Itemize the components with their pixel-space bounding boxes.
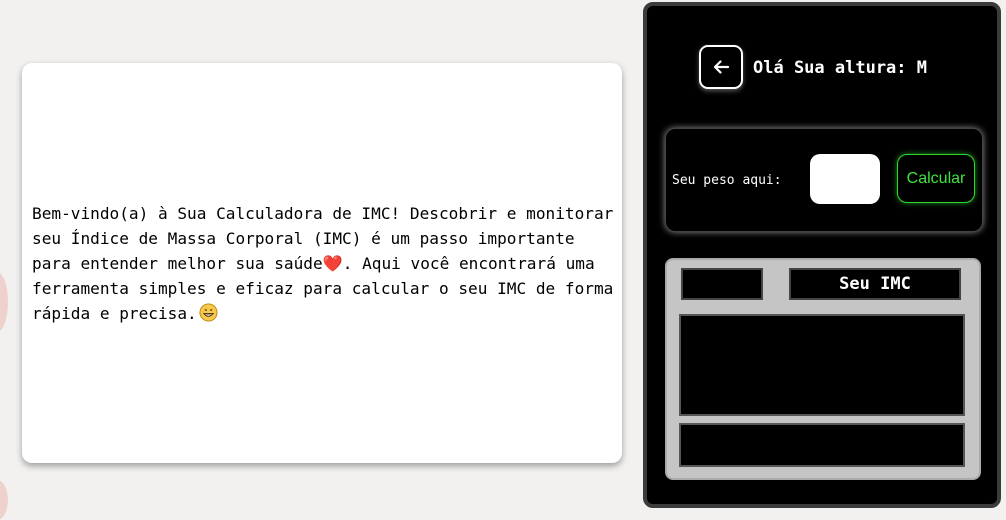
- greeting-text: Olá Sua altura: M: [753, 58, 927, 78]
- welcome-message: Bem-vindo(a) à Sua Calculadora de IMC! D…: [32, 201, 617, 326]
- grinning-face-emoji-icon: [199, 303, 218, 322]
- bmi-calculator-panel: Olá Sua altura: M Seu peso aqui: Calcula…: [643, 2, 1001, 508]
- calculate-button[interactable]: Calcular: [897, 154, 975, 203]
- result-display: [679, 314, 965, 416]
- weight-label: Seu peso aqui:: [672, 173, 782, 188]
- welcome-card: Bem-vindo(a) à Sua Calculadora de IMC! D…: [22, 63, 622, 463]
- result-value-box: [681, 268, 763, 300]
- background-decoration: [0, 272, 8, 332]
- welcome-text: Bem-vindo(a) à Sua Calculadora de IMC! D…: [32, 204, 614, 323]
- background-decoration: [0, 480, 8, 520]
- arrow-left-icon: [713, 60, 730, 74]
- result-footer: [679, 423, 965, 467]
- weight-input[interactable]: [810, 154, 880, 204]
- result-panel: Seu IMC: [665, 258, 981, 480]
- result-title: Seu IMC: [789, 268, 961, 300]
- weight-form: Seu peso aqui: Calcular: [665, 128, 983, 232]
- back-button[interactable]: [699, 45, 743, 89]
